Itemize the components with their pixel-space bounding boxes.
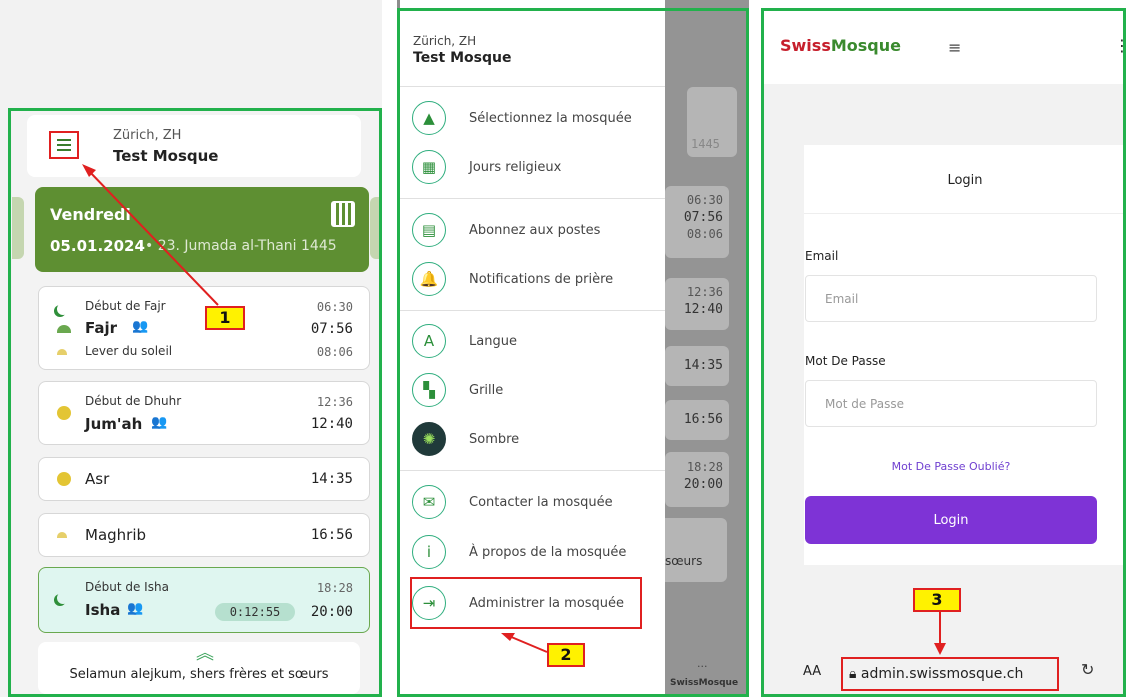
annotation-arrow-2 <box>501 633 548 653</box>
prayer-times-screen: Zürich, ZH Test Mosque Vendredi 05.01.20… <box>0 0 382 697</box>
admin-login-screen: SwissMosque ≡ ⋮ Login Email Mot De Passe… <box>761 0 1126 697</box>
annotation-arrow-1 <box>82 164 219 306</box>
annotation-callout-2: 2 <box>547 643 585 667</box>
menu-drawer-screen: 1445 06:30 07:56 08:06 12:36 12:40 14:35… <box>397 0 749 697</box>
annotation-callout-3: 3 <box>913 588 961 612</box>
annotation-callout-1: 1 <box>205 306 245 330</box>
